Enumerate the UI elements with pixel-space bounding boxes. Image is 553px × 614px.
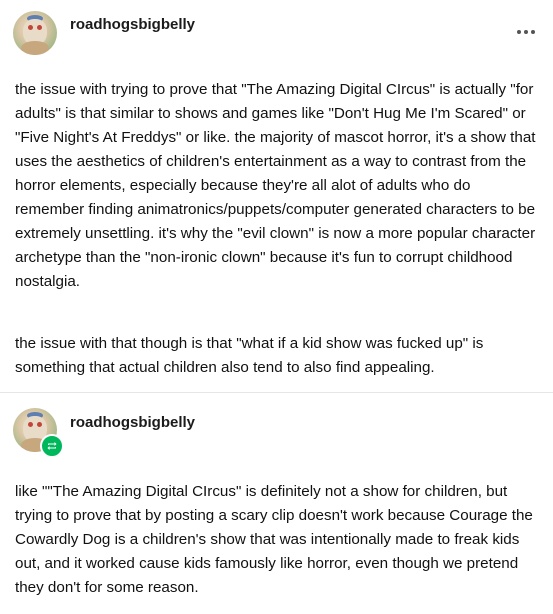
divider <box>0 392 553 393</box>
post-header: roadhogsbigbelly <box>0 0 553 64</box>
post-paragraph-1: the issue with trying to prove that "The… <box>15 81 536 290</box>
reblog-paragraph-1: like ""The Amazing Digital CIrcus" is de… <box>15 483 533 596</box>
reblog-username[interactable]: roadhogsbigbelly <box>70 414 195 431</box>
post-paragraph-2: the issue with that though is that "what… <box>15 335 484 376</box>
more-options-icon[interactable] <box>513 24 539 40</box>
reblog-icon <box>40 434 64 458</box>
post-username[interactable]: roadhogsbigbelly <box>70 16 195 33</box>
avatar[interactable] <box>13 11 57 55</box>
